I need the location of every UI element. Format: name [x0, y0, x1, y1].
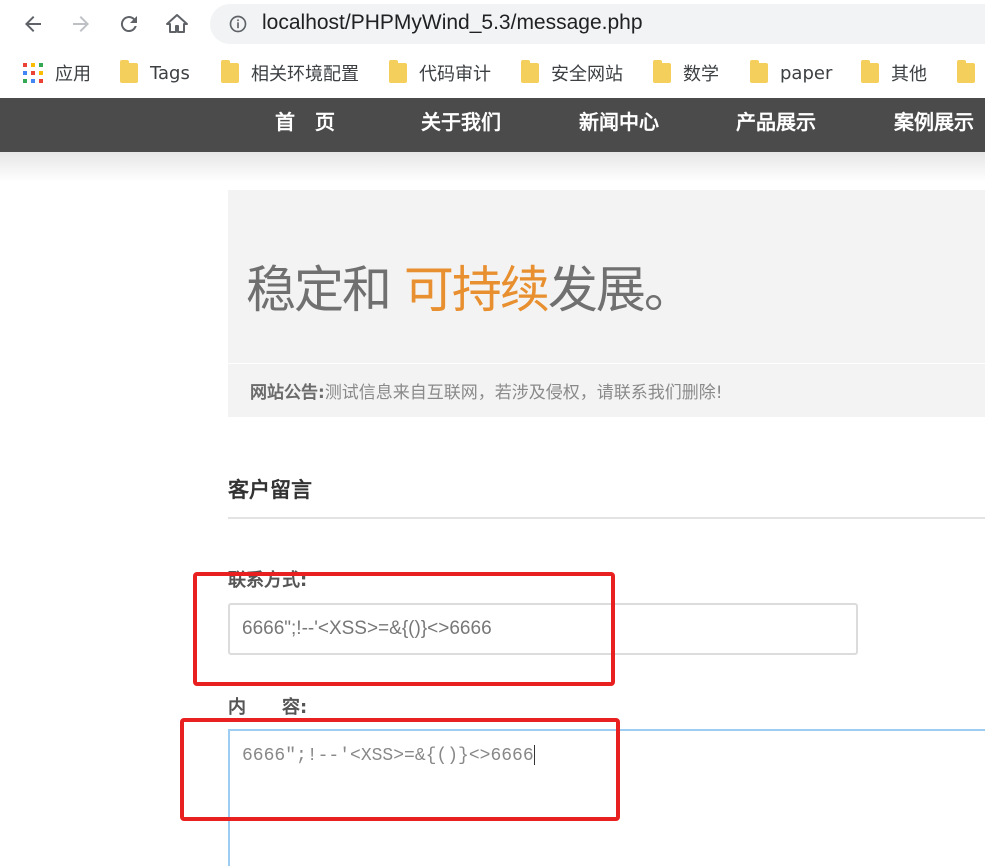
contact-input[interactable]: 6666";!--'<XSS>=&{()}<>6666: [228, 603, 858, 655]
folder-icon: [957, 60, 975, 83]
banner: 稳定和 可持续发展。 网站公告: 测试信息来自互联网，若涉及侵权，请联系我们删除…: [228, 190, 985, 417]
bookmark-env-config[interactable]: 相关环境配置: [221, 50, 359, 96]
divider: [228, 517, 985, 519]
form-title: 客户留言: [228, 478, 312, 502]
folder-icon: [120, 60, 138, 83]
bookmarks-bar: 应用 Tags 相关环境配置 代码审计 安全网站 数学 paper 其他: [0, 50, 985, 96]
slogan-highlight: 可持续: [403, 261, 550, 319]
banner-slogan: 稳定和 可持续发展。: [246, 250, 694, 322]
nav-cases[interactable]: 案例展示: [894, 106, 974, 135]
bookmark-security-sites[interactable]: 安全网站: [521, 50, 623, 96]
nav-shadow: [0, 152, 985, 182]
nav-home[interactable]: 首 页: [275, 106, 335, 135]
bookmark-other[interactable]: 其他: [861, 50, 927, 96]
folder-icon: [861, 60, 879, 83]
content-textarea[interactable]: 6666";!--'<XSS>=&{()}<>6666: [228, 729, 985, 866]
folder-icon: [750, 60, 768, 83]
bookmark-label: paper: [780, 62, 833, 84]
bookmark-label: 代码审计: [419, 64, 491, 85]
bookmark-label: 相关环境配置: [251, 64, 359, 85]
nav-about[interactable]: 关于我们: [421, 106, 501, 135]
bookmark-label: 应用: [55, 64, 91, 85]
url-text[interactable]: localhost/PHPMyWind_5.3/message.php: [262, 11, 643, 35]
nav-news[interactable]: 新闻中心: [579, 106, 659, 135]
folder-icon: [389, 60, 407, 83]
browser-toolbar: localhost/PHPMyWind_5.3/message.php: [0, 0, 985, 50]
bookmark-math[interactable]: 数学: [653, 50, 719, 96]
slogan-part: 发展。: [547, 261, 694, 319]
folder-icon: [221, 60, 239, 83]
bookmark-overflow[interactable]: [957, 50, 975, 96]
bookmark-label: 其他: [891, 64, 927, 85]
bookmark-code-audit[interactable]: 代码审计: [389, 50, 491, 96]
info-icon[interactable]: [228, 14, 248, 34]
folder-icon: [653, 60, 671, 83]
home-icon[interactable]: [163, 10, 191, 38]
notice-label: 网站公告:: [250, 383, 325, 403]
nav-products[interactable]: 产品展示: [736, 106, 816, 135]
bookmark-label: 数学: [683, 64, 719, 85]
back-arrow-icon[interactable]: [19, 10, 47, 38]
address-bar[interactable]: localhost/PHPMyWind_5.3/message.php: [210, 4, 985, 44]
contact-label: 联系方式:: [228, 570, 308, 591]
bookmark-label: 安全网站: [551, 64, 623, 85]
bookmark-apps[interactable]: 应用: [23, 50, 91, 96]
bookmark-label: Tags: [150, 62, 190, 84]
site-notice: 网站公告: 测试信息来自互联网，若涉及侵权，请联系我们删除!: [228, 363, 985, 417]
content-value: 6666";!--'<XSS>=&{()}<>6666: [242, 745, 534, 766]
notice-text: 测试信息来自互联网，若涉及侵权，请联系我们删除!: [324, 383, 723, 403]
content-label: 内 容:: [228, 697, 308, 718]
reload-icon[interactable]: [115, 10, 143, 38]
bookmark-tags[interactable]: Tags: [120, 50, 190, 96]
apps-grid-icon: [23, 63, 43, 83]
forward-arrow-icon[interactable]: [67, 10, 95, 38]
bookmark-paper[interactable]: paper: [750, 50, 832, 96]
text-caret: [533, 745, 535, 765]
folder-icon: [521, 60, 539, 83]
slogan-part: 稳定和: [246, 261, 404, 319]
site-nav-bar: 首 页 关于我们 新闻中心 产品展示 案例展示: [0, 98, 985, 152]
